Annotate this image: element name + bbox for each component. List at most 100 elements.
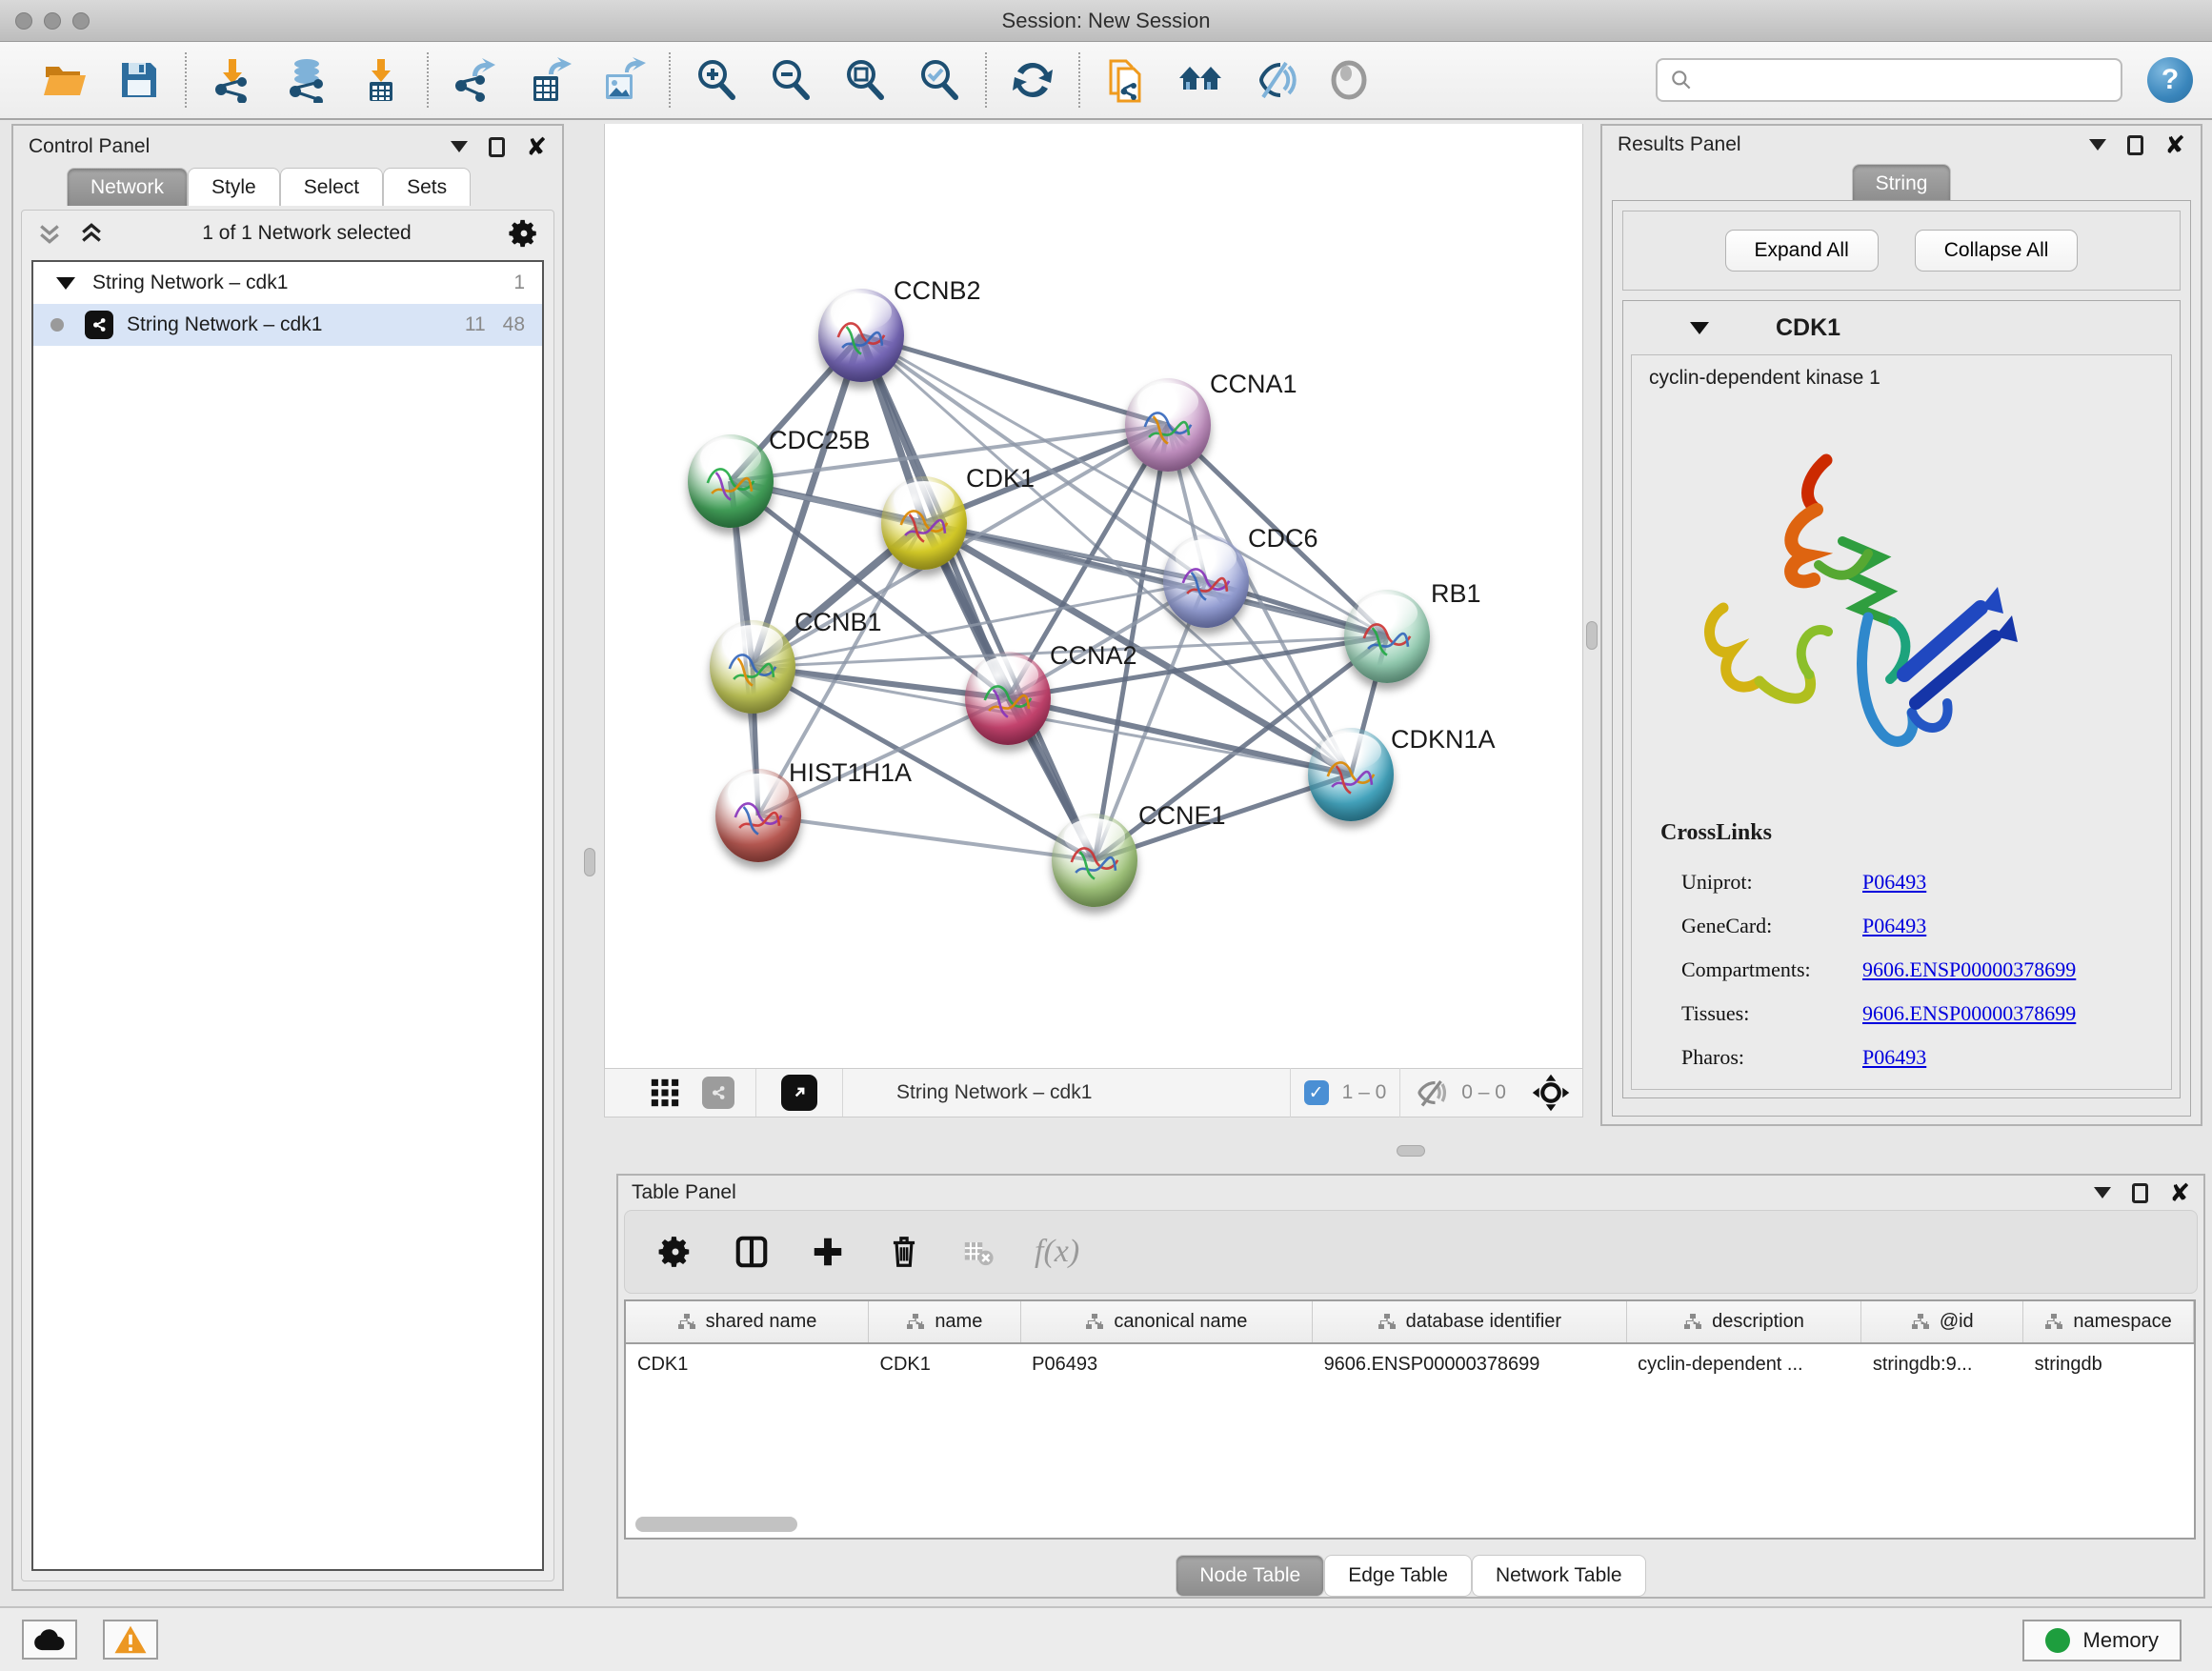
tab-edge-table[interactable]: Edge Table (1324, 1555, 1472, 1597)
column-header-canonical-name[interactable]: canonical name (1020, 1301, 1312, 1343)
toggle-glass-ball-button[interactable] (1324, 55, 1374, 105)
network-node-CDK1[interactable] (881, 476, 967, 570)
tab-select[interactable]: Select (280, 168, 383, 206)
close-panel-icon[interactable]: ✘ (2164, 135, 2185, 154)
float-panel-icon[interactable] (2127, 135, 2143, 155)
float-panel-icon[interactable] (2132, 1183, 2148, 1203)
network-edge-HIST1H1A-CCNE1[interactable] (758, 815, 1095, 860)
protein-expand-caret-icon[interactable] (1690, 322, 1709, 334)
create-column-icon[interactable] (810, 1234, 846, 1270)
crosslink-value-link[interactable]: 9606.ENSP00000378699 (1862, 1001, 2076, 1026)
open-full-view-button[interactable] (781, 1075, 817, 1111)
crosslink-value-link[interactable]: P06493 (1862, 1045, 1926, 1070)
network-node-CDC25B[interactable] (688, 434, 774, 528)
left-splitter-handle[interactable] (584, 848, 595, 876)
tab-node-table[interactable]: Node Table (1176, 1555, 1324, 1597)
fit-selected-icon[interactable] (1531, 1073, 1571, 1113)
table-cell[interactable]: P06493 (1020, 1343, 1312, 1385)
collapse-panel-icon[interactable] (2094, 1187, 2111, 1198)
protein-section-header[interactable]: CDK1 (1623, 301, 2180, 354)
collapse-all-button[interactable]: Collapse All (1915, 230, 2079, 272)
export-image-button[interactable] (598, 55, 648, 105)
zoom-fit-button[interactable] (840, 55, 890, 105)
collapse-panel-icon[interactable] (2089, 139, 2106, 151)
table-cell[interactable]: CDK1 (869, 1343, 1021, 1385)
zoom-selected-button[interactable] (915, 55, 964, 105)
network-node-CDC6[interactable] (1163, 534, 1249, 628)
table-options-gear-icon[interactable] (657, 1234, 694, 1270)
zoom-in-button[interactable] (692, 55, 741, 105)
save-session-button[interactable] (114, 55, 164, 105)
export-network-button[interactable] (450, 55, 499, 105)
network-node-CDKN1A[interactable] (1308, 728, 1394, 821)
table-cell[interactable]: 9606.ENSP00000378699 (1313, 1343, 1627, 1385)
network-node-CCNE1[interactable] (1052, 814, 1137, 907)
expand-all-icon[interactable] (77, 219, 106, 248)
search-field[interactable] (1656, 58, 2122, 102)
import-network-database-button[interactable] (282, 55, 332, 105)
warnings-button[interactable] (103, 1620, 158, 1660)
collapse-panel-icon[interactable] (451, 141, 468, 152)
home-species-button[interactable] (1176, 55, 1225, 105)
delete-column-icon[interactable] (886, 1234, 922, 1270)
close-panel-icon[interactable]: ✘ (526, 137, 547, 156)
network-node-CCNA1[interactable] (1125, 378, 1211, 472)
crosslink-value-link[interactable]: P06493 (1862, 870, 1926, 895)
string-document-button[interactable] (1101, 55, 1151, 105)
toggle-labels-button[interactable] (1250, 55, 1299, 105)
column-header-shared-name[interactable]: shared name (626, 1301, 869, 1343)
selected-nodes-checkbox[interactable]: ✓ (1304, 1080, 1329, 1105)
float-panel-icon[interactable] (489, 137, 505, 157)
column-header-name[interactable]: name (869, 1301, 1021, 1343)
network-node-CCNB2[interactable] (818, 289, 904, 382)
column-header-description[interactable]: description (1626, 1301, 1861, 1343)
collapse-all-icon[interactable] (35, 219, 64, 248)
network-options-gear-icon[interactable] (508, 217, 540, 250)
tab-sets[interactable]: Sets (383, 168, 471, 206)
network-edge-CCNA2-CDKN1A[interactable] (1008, 698, 1351, 775)
column-header-namespace[interactable]: namespace (2023, 1301, 2194, 1343)
expand-all-button[interactable]: Expand All (1725, 230, 1879, 272)
crosslink-value-link[interactable]: 9606.ENSP00000378699 (1862, 957, 2076, 982)
export-table-button[interactable] (524, 55, 573, 105)
network-edge-CCNB2-CCNA1[interactable] (861, 335, 1168, 425)
function-builder-button[interactable]: f(x) (1035, 1234, 1079, 1270)
network-node-CCNA2[interactable] (965, 652, 1051, 745)
column-header-database-identifier[interactable]: database identifier (1313, 1301, 1627, 1343)
table-horizontal-scrollbar[interactable] (635, 1517, 797, 1532)
table-cell[interactable]: stringdb (2023, 1343, 2194, 1385)
table-cell[interactable]: stringdb:9... (1861, 1343, 2023, 1385)
memory-button[interactable]: Memory (2022, 1620, 2182, 1661)
tab-network-table[interactable]: Network Table (1472, 1555, 1646, 1597)
import-table-button[interactable] (356, 55, 406, 105)
refresh-network-button[interactable] (1008, 55, 1057, 105)
column-header--id[interactable]: @id (1861, 1301, 2023, 1343)
node-table[interactable]: shared namenamecanonical namedatabase id… (624, 1299, 2196, 1540)
collection-expand-caret-icon[interactable] (56, 277, 75, 290)
tab-style[interactable]: Style (188, 168, 280, 206)
tab-network[interactable]: Network (67, 168, 188, 206)
delete-table-icon[interactable] (962, 1236, 995, 1268)
birds-eye-view-icon[interactable] (649, 1077, 681, 1109)
network-view-canvas[interactable]: CCNB2CCNA1CDC25BCDK1CDC6RB1CCNB1CCNA2CDK… (604, 124, 1583, 1068)
help-button[interactable]: ? (2147, 57, 2193, 103)
import-network-file-button[interactable] (208, 55, 257, 105)
network-row[interactable]: String Network – cdk1 11 48 (33, 304, 542, 346)
zoom-out-button[interactable] (766, 55, 815, 105)
right-splitter-handle[interactable] (1586, 621, 1598, 650)
table-cell[interactable]: cyclin-dependent ... (1626, 1343, 1861, 1385)
hidden-elements-icon[interactable] (1414, 1078, 1448, 1107)
table-cell[interactable]: CDK1 (626, 1343, 869, 1385)
bottom-splitter-handle[interactable] (1397, 1145, 1425, 1157)
table-row[interactable]: CDK1CDK1P064939606.ENSP00000378699cyclin… (626, 1343, 2194, 1385)
search-input[interactable] (1694, 61, 2121, 99)
cloud-button[interactable] (22, 1620, 77, 1660)
network-node-CCNB1[interactable] (710, 620, 795, 714)
network-node-RB1[interactable] (1344, 590, 1430, 683)
show-columns-icon[interactable] (734, 1234, 770, 1270)
network-collection-row[interactable]: String Network – cdk1 1 (33, 262, 542, 304)
close-panel-icon[interactable]: ✘ (2169, 1183, 2190, 1202)
open-session-button[interactable] (40, 55, 90, 105)
tab-string[interactable]: String (1852, 164, 1952, 202)
crosslink-value-link[interactable]: P06493 (1862, 914, 1926, 938)
